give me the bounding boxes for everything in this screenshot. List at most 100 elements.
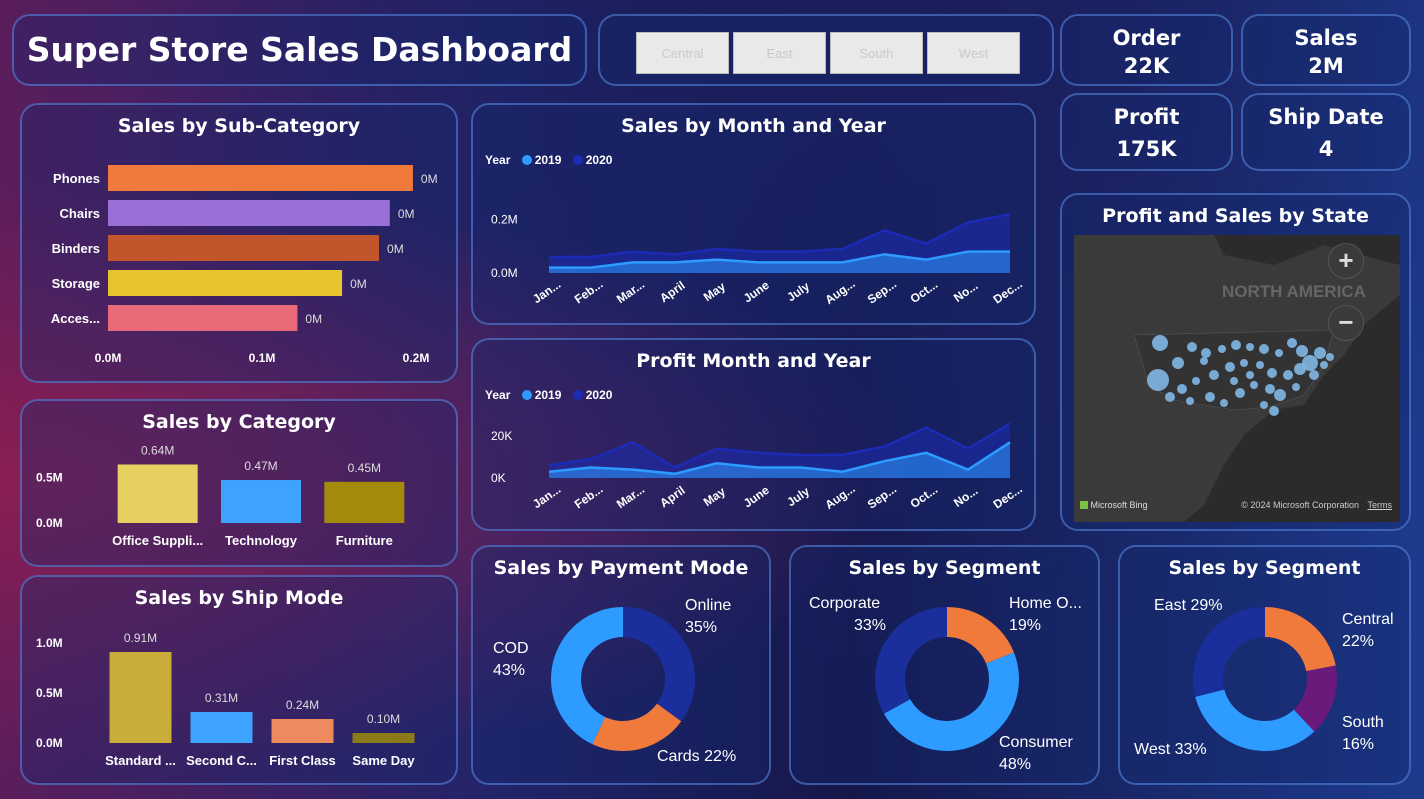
state-bubble <box>1230 377 1238 385</box>
bar <box>324 481 405 523</box>
x-tick-label: July <box>784 279 812 304</box>
shipmode-panel: Sales by Ship Mode 0.0M 0.5M 1.0M 0.91M Stan… <box>20 575 458 785</box>
label-name: Home O... <box>1009 595 1082 612</box>
kpi-profit-value: 175K <box>1116 137 1177 161</box>
state-bubble <box>1187 342 1197 352</box>
label-pct: 19% <box>1009 617 1042 634</box>
y-tick-label: 0.0M <box>36 736 63 750</box>
state-bubble <box>1267 368 1277 378</box>
slicer-south[interactable]: South <box>830 32 923 74</box>
x-tick-label: June <box>741 278 772 306</box>
x-tick-label: Sep... <box>865 277 899 307</box>
bar-value-label: 0M <box>398 207 415 221</box>
x-tick-label: Aug... <box>822 481 857 512</box>
bar <box>108 305 298 331</box>
x-tick-label: Jan... <box>530 277 563 306</box>
state-bubble <box>1283 370 1293 380</box>
copyright-text: © 2024 Microsoft Corporation <box>1241 500 1359 510</box>
state-bubble <box>1209 370 1219 380</box>
donut-slice-west <box>1195 689 1315 751</box>
month-sales-panel: Sales by Month and Year Year 2019 2020 0… <box>471 103 1036 325</box>
zoom-out-button[interactable]: − <box>1328 305 1364 341</box>
state-map[interactable]: NORTH AMERICA + − Microsoft Bing © 2024 … <box>1074 235 1400 522</box>
bar-value-label: 0.10M <box>367 712 400 726</box>
state-bubble <box>1220 399 1228 407</box>
state-bubble <box>1231 340 1241 350</box>
x-tick-label: Feb... <box>572 277 606 306</box>
x-tick-label: Jan... <box>530 482 563 511</box>
bar <box>352 733 415 743</box>
state-bubble <box>1192 377 1200 385</box>
kpi-order-value: 22K <box>1123 54 1170 78</box>
segment-label-homeoffice: Home O... 19% <box>1009 593 1082 637</box>
label-name: Central <box>1342 611 1394 628</box>
region-label-east: East 29% <box>1154 597 1223 615</box>
payment-label-cod: COD 43% <box>493 638 529 682</box>
state-bubble <box>1296 345 1308 357</box>
label-name: Online <box>685 597 732 614</box>
subcategory-chart: Phones 0M Chairs 0M Binders 0M Storage 0M Acces.… <box>51 165 438 365</box>
map-copyright: © 2024 Microsoft Corporation Terms <box>1241 500 1392 510</box>
x-tick-label: No... <box>951 484 980 510</box>
month-profit-chart: 0K 20K Jan... Feb... Mar... April May June July A… <box>491 422 1025 512</box>
slicer-east[interactable]: East <box>733 32 826 74</box>
state-bubble <box>1147 369 1169 391</box>
bar-value-label: 0.45M <box>348 461 381 475</box>
state-bubble <box>1326 353 1334 361</box>
state-bubble <box>1320 361 1328 369</box>
kpi-order-card: Order 22K <box>1060 14 1233 86</box>
bar-category-label: First Class <box>269 753 335 768</box>
state-bubble <box>1152 335 1168 351</box>
bar-value-label: 0M <box>387 242 404 256</box>
x-tick-label: April <box>657 278 687 305</box>
bing-logo: Microsoft Bing <box>1080 500 1148 510</box>
x-tick-label: 0.0M <box>95 351 122 365</box>
bar-category-label: Binders <box>52 241 100 256</box>
state-bubble <box>1265 384 1275 394</box>
x-tick-label: Oct... <box>908 277 941 306</box>
state-bubble <box>1218 345 1226 353</box>
label-pct: 33% <box>854 617 887 634</box>
state-bubble <box>1201 348 1211 358</box>
bar <box>108 200 390 226</box>
state-bubble <box>1225 362 1235 372</box>
terms-link[interactable]: Terms <box>1368 500 1393 510</box>
label-name: East <box>1154 597 1187 614</box>
state-bubble <box>1200 357 1208 365</box>
kpi-ship-label: Ship Date <box>1268 105 1384 129</box>
payment-panel: Sales by Payment Mode Online 35% Cards 2… <box>471 545 771 785</box>
state-bubble <box>1250 381 1258 389</box>
y-tick-label: 0.0M <box>491 266 518 280</box>
slicer-west[interactable]: West <box>927 32 1020 74</box>
state-bubble <box>1260 401 1268 409</box>
bar <box>190 712 253 743</box>
x-tick-label: Feb... <box>572 482 606 511</box>
segment-panel: Sales by Segment Home O... 19% Consumer … <box>789 545 1100 785</box>
label-pct: 22% <box>704 748 737 765</box>
bar <box>108 165 413 191</box>
bar <box>117 464 198 523</box>
bar <box>108 235 380 261</box>
kpi-ship-value: 4 <box>1318 137 1334 161</box>
payment-label-cards: Cards 22% <box>657 748 736 766</box>
kpi-sales-card: Sales 2M <box>1241 14 1411 86</box>
region-slicer-panel: Central East South West <box>598 14 1054 86</box>
state-bubble <box>1246 371 1254 379</box>
label-pct: 29% <box>1190 597 1223 614</box>
x-tick-label: May <box>701 484 728 509</box>
zoom-in-button[interactable]: + <box>1328 243 1364 279</box>
bar-value-label: 0.91M <box>124 631 157 645</box>
kpi-sales-value: 2M <box>1308 54 1344 78</box>
state-bubble <box>1165 392 1175 402</box>
bar-category-label: Storage <box>52 276 100 291</box>
state-bubble <box>1287 338 1297 348</box>
x-tick-label: Dec... <box>991 482 1025 512</box>
kpi-profit-card: Profit 175K <box>1060 93 1233 171</box>
slicer-central[interactable]: Central <box>636 32 729 74</box>
x-tick-label: Mar... <box>614 277 647 306</box>
y-tick-label: 0.0M <box>36 516 63 530</box>
state-bubble <box>1259 344 1269 354</box>
x-tick-label: 0.2M <box>403 351 430 365</box>
shipmode-chart: 0.0M 0.5M 1.0M 0.91M Standard ... 0.31M Second… <box>36 631 415 768</box>
state-bubble <box>1246 343 1254 351</box>
